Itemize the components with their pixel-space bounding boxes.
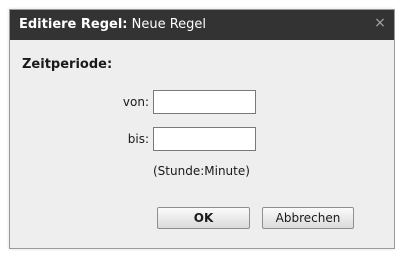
from-time-input[interactable] [153, 90, 256, 114]
edit-rule-dialog: Editiere Regel: Neue Regel × Zeitperiode… [9, 9, 395, 249]
dialog-titlebar[interactable]: Editiere Regel: Neue Regel × [10, 10, 394, 40]
to-label: bis: [127, 132, 149, 146]
to-time-input[interactable] [153, 127, 256, 151]
close-icon[interactable]: × [372, 15, 388, 31]
section-title-time-period: Zeitperiode: [22, 57, 113, 72]
dialog-title-name: Neue Regel [127, 17, 207, 32]
from-label: von: [122, 95, 149, 109]
dialog-title: Editiere Regel: Neue Regel [19, 17, 206, 32]
time-format-hint: (Stunde:Minute) [153, 164, 250, 178]
dialog-title-prefix: Editiere Regel: [19, 17, 128, 32]
ok-button[interactable]: OK [157, 207, 250, 229]
cancel-button[interactable]: Abbrechen [262, 207, 354, 229]
